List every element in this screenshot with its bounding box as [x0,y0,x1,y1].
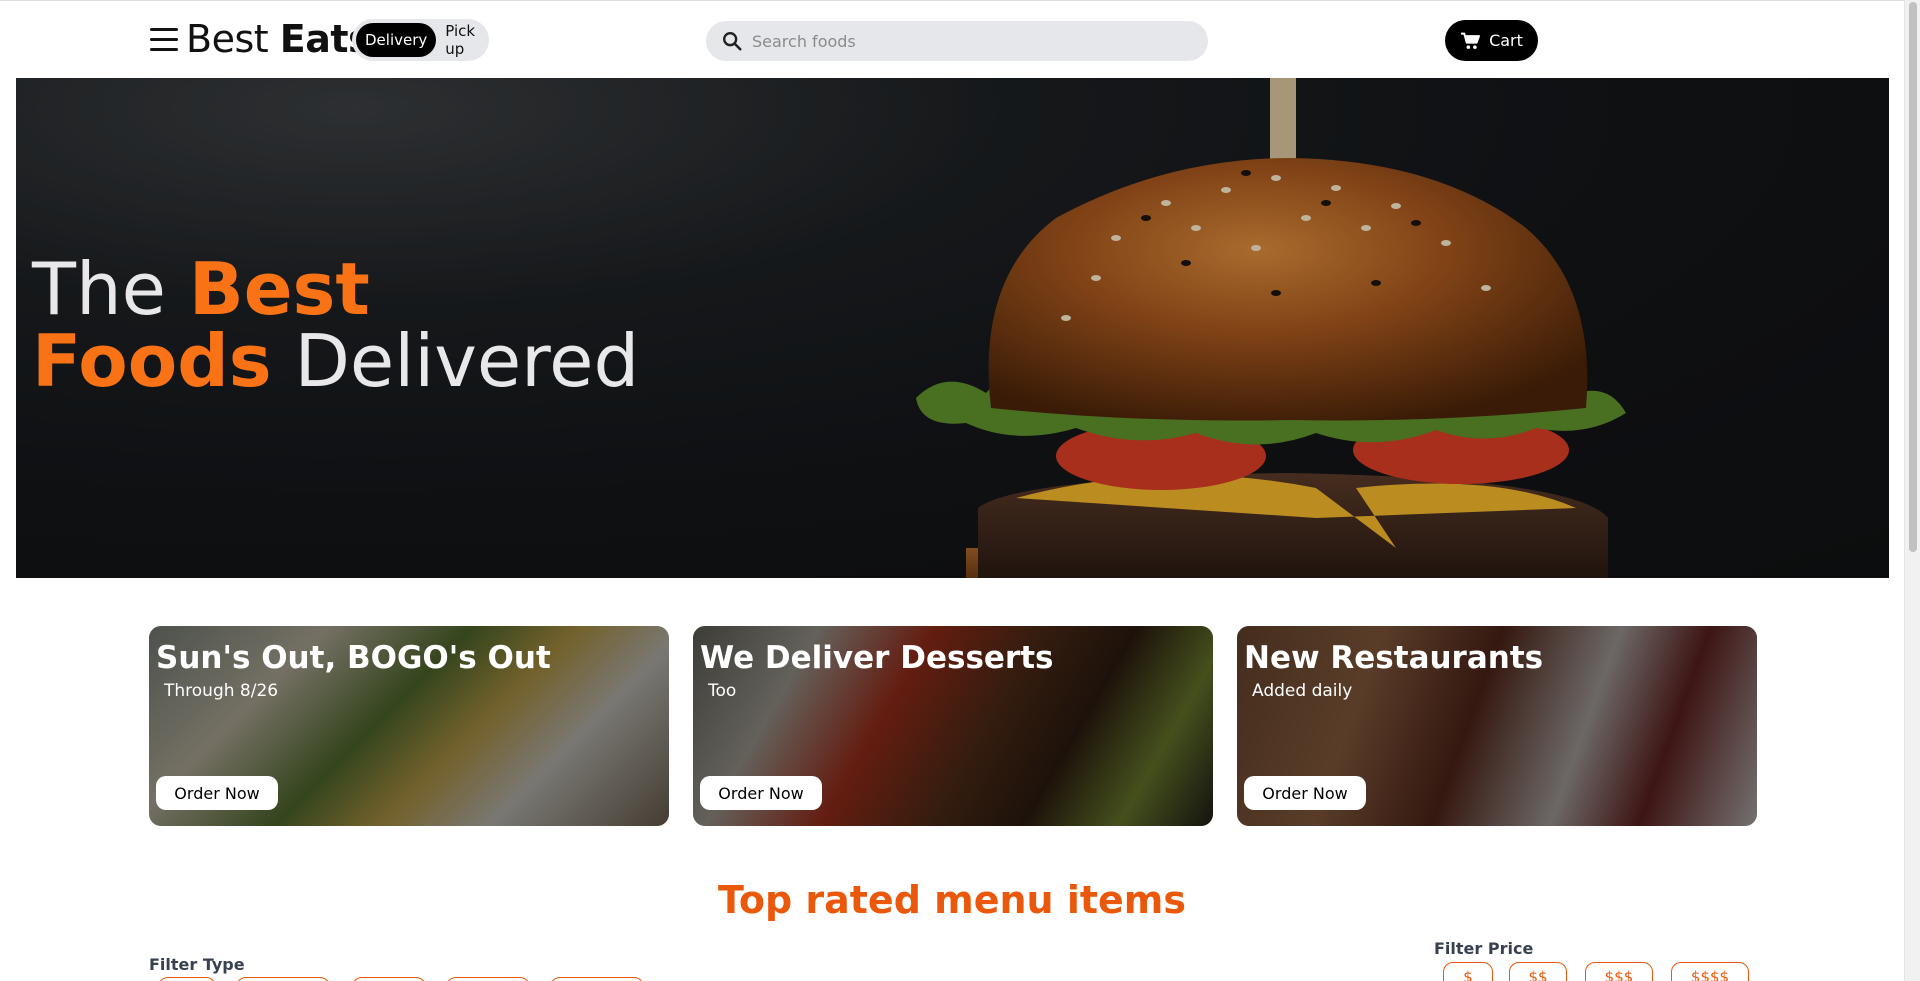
pickup-option[interactable]: Pick up [436,14,485,66]
promo-card-restaurants[interactable]: New Restaurants Added daily Order Now [1237,626,1757,826]
cart-label: Cart [1489,31,1523,50]
hero-line2-accent: Foods [32,319,272,403]
promo-subtitle: Added daily [1252,681,1353,701]
price-filter-chip[interactable]: $$$ [1585,962,1653,981]
delivery-option[interactable]: Delivery [356,23,437,57]
promo-card-desserts[interactable]: We Deliver Desserts Too Order Now [693,626,1213,826]
promo-title: New Restaurants [1244,640,1544,676]
promo-title: We Deliver Desserts [700,640,1054,676]
promo-title: Sun's Out, BOGO's Out [156,640,551,676]
promo-cards: Sun's Out, BOGO's Out Through 8/26 Order… [149,626,1758,826]
filter-type-chip[interactable] [550,977,644,981]
filter-type-label: Filter Type [149,955,245,974]
promo-subtitle: Through 8/26 [164,681,279,701]
order-now-button[interactable]: Order Now [700,776,822,810]
search-bar [706,21,1208,61]
top-navbar: Best Eats Delivery Pick up Cart [0,0,1904,78]
page-scrollbar[interactable] [1904,0,1920,981]
cart-button[interactable]: Cart [1445,20,1538,61]
delivery-mode-toggle: Delivery Pick up [352,19,489,61]
promo-card-bogo[interactable]: Sun's Out, BOGO's Out Through 8/26 Order… [149,626,669,826]
brand-logo[interactable]: Best Eats [186,17,371,61]
section-title: Top rated menu items [717,878,1187,922]
scrollbar-thumb[interactable] [1909,2,1917,552]
filter-type-chip[interactable] [236,977,330,981]
order-now-button[interactable]: Order Now [156,776,278,810]
filter-type-chip[interactable] [352,977,426,981]
price-filter-chip[interactable]: $$ [1509,962,1567,981]
order-now-button[interactable]: Order Now [1244,776,1366,810]
logo-regular-text: Best [186,17,269,61]
price-filter-chip[interactable]: $ [1443,962,1493,981]
price-filter-chip[interactable]: $$$$ [1671,962,1749,981]
hero-banner: The Best Foods Delivered [16,78,1889,578]
hero-headline: The Best Foods Delivered [32,253,639,397]
filter-price-label: Filter Price [1434,939,1534,958]
search-icon [712,21,752,61]
hero-line2-plain: Delivered [294,319,640,403]
hamburger-menu-icon[interactable] [150,28,178,52]
promo-subtitle: Too [708,681,737,701]
filter-type-chip[interactable] [158,977,216,981]
cart-icon [1461,32,1481,49]
filter-type-chip[interactable] [446,977,530,981]
search-input[interactable] [752,31,1192,51]
